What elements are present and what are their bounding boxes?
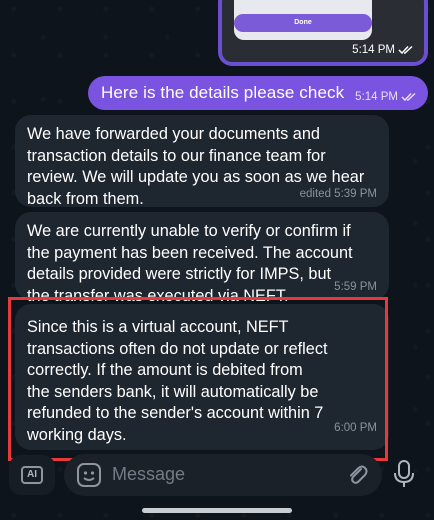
- time-label: 5:14 PM: [355, 91, 398, 103]
- image-thumbnail[interactable]: Done 5:14 PM: [222, 0, 424, 62]
- screenshot-done-button: Done: [234, 14, 372, 32]
- message-line: working days.: [27, 425, 127, 444]
- ai-icon: AI: [21, 466, 43, 484]
- outgoing-message[interactable]: Here is the details please check 5:14 PM: [88, 76, 428, 110]
- time-label: 5:14 PM: [352, 44, 395, 56]
- incoming-message[interactable]: We have forwarded your documents and tra…: [15, 115, 389, 208]
- sticker-icon[interactable]: [76, 462, 102, 488]
- microphone-icon[interactable]: [392, 459, 416, 489]
- message-time: 6:00 PM: [334, 422, 377, 434]
- message-line: Since this is a virtual account, NEFT: [27, 318, 289, 336]
- message-time: 5:14 PM: [352, 44, 414, 56]
- double-check-icon: [401, 92, 416, 102]
- incoming-message[interactable]: We are currently unable to verify or con…: [15, 212, 389, 305]
- paperclip-icon[interactable]: [346, 463, 368, 487]
- message-line: review. We will update you as soon as we…: [27, 168, 365, 186]
- home-indicator[interactable]: [142, 508, 292, 513]
- message-text: We are currently unable to verify or con…: [27, 221, 377, 307]
- message-text: Here is the details please check: [101, 83, 345, 102]
- message-line: We have forwarded your documents and: [27, 125, 320, 143]
- message-line: details provided were strictly for IMPS,…: [27, 265, 332, 283]
- incoming-message[interactable]: Since this is a virtual account, NEFT tr…: [15, 304, 389, 450]
- message-time: edited 5:39 PM: [299, 188, 377, 200]
- message-line: correctly. If the amount is debited from: [27, 361, 303, 379]
- image-message[interactable]: Done 5:14 PM: [218, 0, 428, 66]
- message-placeholder: Message: [112, 464, 186, 484]
- message-input[interactable]: Message: [64, 454, 382, 496]
- message-line: transaction details to our finance team …: [27, 146, 326, 165]
- message-time: 5:59 PM: [334, 281, 377, 293]
- message-line: the senders bank, it will automatically …: [27, 382, 319, 401]
- double-check-icon: [398, 45, 413, 55]
- message-line: refunded to the sender's account within …: [27, 404, 324, 422]
- ai-button[interactable]: AI: [9, 455, 55, 495]
- message-text: Since this is a virtual account, NEFT tr…: [27, 313, 377, 446]
- message-line: We are currently unable to verify or con…: [27, 222, 351, 240]
- message-line: transactions often do not update or refl…: [27, 339, 328, 358]
- chat-screen: Done 5:14 PM Here is the details please …: [0, 0, 434, 520]
- message-line: the payment has been received. The accou…: [27, 243, 353, 262]
- message-time: 5:14 PM: [355, 91, 417, 103]
